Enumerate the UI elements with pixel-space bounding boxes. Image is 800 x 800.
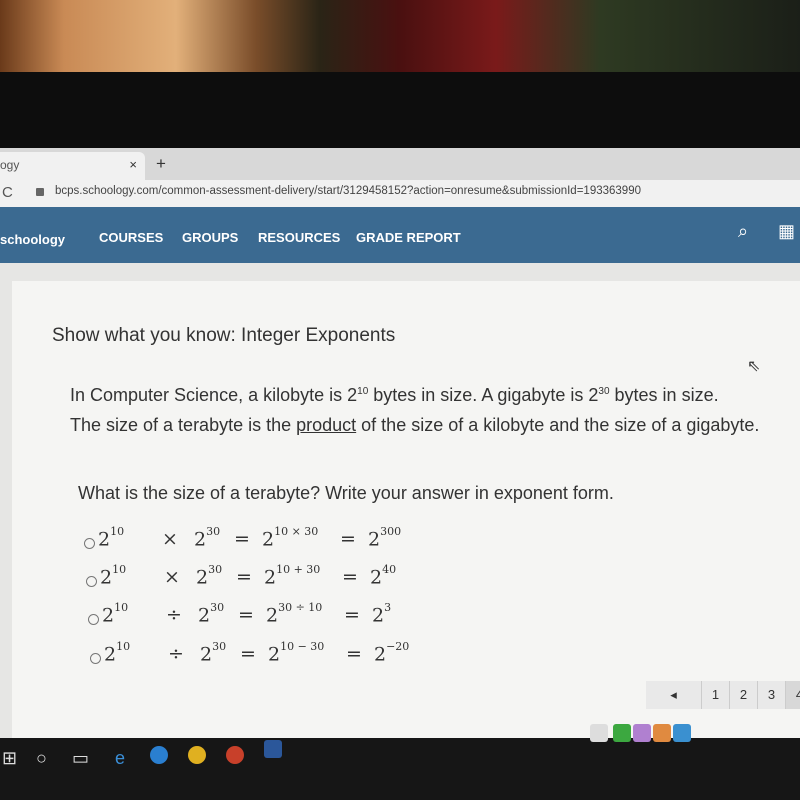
radio-button[interactable]: [84, 538, 95, 549]
page-1[interactable]: 1: [702, 681, 730, 709]
result: 240: [370, 563, 397, 589]
equals: =: [234, 528, 250, 550]
address-bar: C bcps.schoology.com/common-assessment-d…: [0, 180, 800, 207]
term-2: 230: [194, 525, 221, 551]
powerpoint-icon[interactable]: [226, 746, 244, 764]
reload-icon[interactable]: C: [2, 184, 13, 201]
start-icon[interactable]: ⊞: [2, 748, 17, 769]
radio-button[interactable]: [90, 653, 101, 664]
nav-courses[interactable]: COURSES: [99, 230, 163, 245]
question-text-2: The size of a terabyte is the product of…: [70, 415, 760, 435]
term-1: 210: [98, 525, 125, 551]
tab-title: ogy: [0, 158, 20, 172]
calendar-icon[interactable]: ▦: [778, 221, 795, 242]
nav-grade-report[interactable]: GRADE REPORT: [356, 230, 461, 245]
result: 2300: [368, 525, 402, 551]
task-view-icon[interactable]: ▭: [72, 748, 89, 769]
page-3[interactable]: 3: [758, 681, 786, 709]
search-circle-icon[interactable]: ○: [36, 748, 47, 769]
close-tab-icon[interactable]: ×: [129, 157, 137, 172]
term-2: 230: [196, 563, 223, 589]
equals: =: [240, 643, 256, 665]
nav-resources[interactable]: RESOURCES: [258, 230, 340, 245]
question-text-3: What is the size of a terabyte? Write yo…: [78, 483, 614, 503]
prev-page-button[interactable]: ◂: [646, 681, 702, 709]
intermediate: 230 ÷ 10: [266, 601, 323, 627]
tray-icon[interactable]: [613, 724, 631, 742]
equals: =: [342, 566, 358, 588]
question-text-1: In Computer Science, a kilobyte is 210 b…: [70, 385, 719, 405]
url-input[interactable]: bcps.schoology.com/common-assessment-del…: [55, 185, 641, 197]
intermediate: 210 × 30: [262, 525, 319, 551]
equals: =: [238, 604, 254, 626]
equals: =: [236, 566, 252, 588]
browser-tab[interactable]: ogy ×: [0, 152, 145, 180]
tray-icon[interactable]: [653, 724, 671, 742]
mouse-cursor-icon: ⇖: [747, 358, 761, 375]
background-photo: [0, 0, 800, 72]
operator: ÷: [168, 643, 184, 665]
equals: =: [346, 643, 362, 665]
term-1: 210: [100, 563, 127, 589]
term-2: 230: [200, 640, 227, 666]
lock-icon: [36, 188, 44, 196]
assessment-card: Show what you know: Integer Exponents ⇖ …: [12, 281, 800, 738]
result: 2−20: [374, 640, 410, 666]
term-2: 230: [198, 601, 225, 627]
equals: =: [340, 528, 356, 550]
operator: ÷: [166, 604, 182, 626]
page-title: Show what you know: Integer Exponents: [52, 325, 396, 346]
intermediate: 210 + 30: [264, 563, 321, 589]
page-2[interactable]: 2: [730, 681, 758, 709]
word-icon[interactable]: [264, 740, 282, 758]
monitor-bezel: [0, 72, 800, 148]
result: 23: [372, 601, 392, 627]
radio-button[interactable]: [88, 614, 99, 625]
schoology-logo[interactable]: schoology: [0, 232, 65, 247]
chrome-icon[interactable]: [188, 746, 206, 764]
tray-icon[interactable]: [590, 724, 608, 742]
page-area: Show what you know: Integer Exponents ⇖ …: [0, 263, 800, 738]
operator: ×: [162, 528, 178, 550]
tab-bar: ogy × +: [0, 148, 800, 180]
equals: =: [344, 604, 360, 626]
nav-groups[interactable]: GROUPS: [182, 230, 238, 245]
top-nav: schoology COURSES GROUPS RESOURCES GRADE…: [0, 207, 800, 263]
app-icon[interactable]: [150, 746, 168, 764]
edge-icon[interactable]: e: [115, 748, 125, 769]
taskbar: ⊞ ○ ▭ e: [0, 724, 800, 800]
tray-icon[interactable]: [633, 724, 651, 742]
intermediate: 210 − 30: [268, 640, 325, 666]
new-tab-button[interactable]: +: [156, 154, 166, 174]
term-1: 210: [104, 640, 131, 666]
term-1: 210: [102, 601, 129, 627]
page-4[interactable]: 4: [786, 681, 800, 709]
operator: ×: [164, 566, 180, 588]
tray-icon[interactable]: [673, 724, 691, 742]
search-icon[interactable]: ⌕: [738, 221, 748, 242]
radio-button[interactable]: [86, 576, 97, 587]
